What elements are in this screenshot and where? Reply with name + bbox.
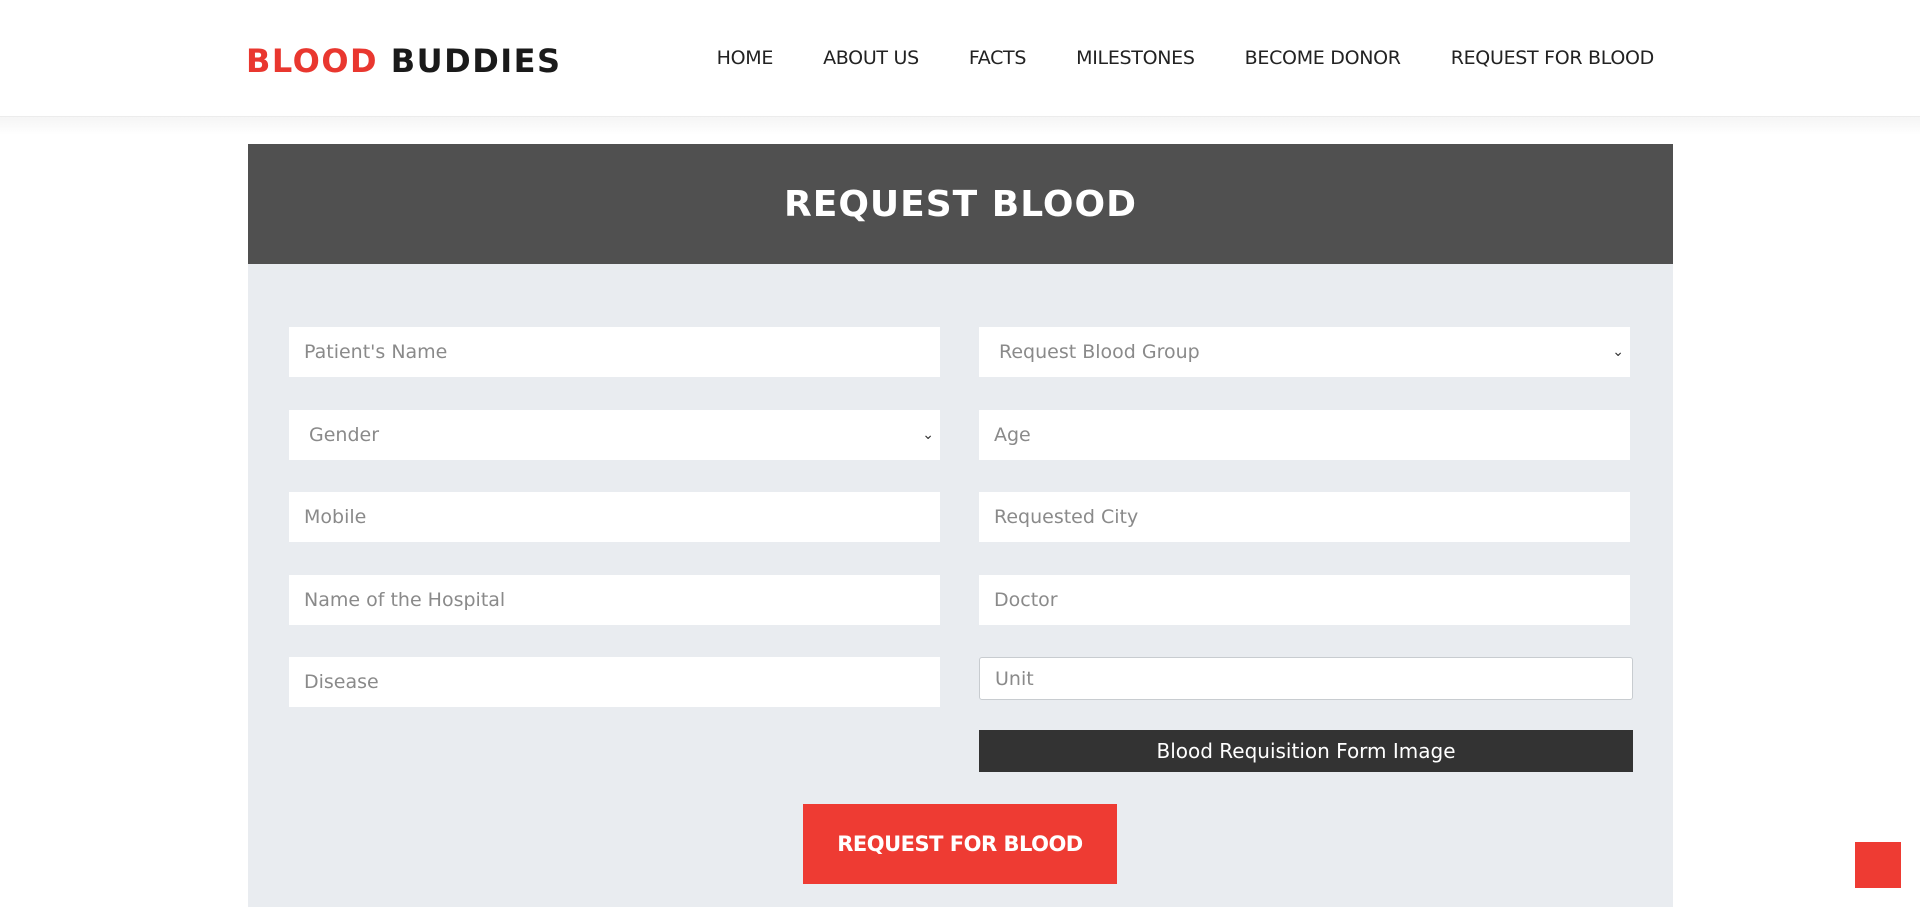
patient-name-input[interactable] <box>289 327 940 377</box>
requisition-form-upload-button[interactable]: Blood Requisition Form Image <box>979 730 1633 772</box>
chevron-down-icon: ⌄ <box>1612 344 1624 360</box>
gender-selected-value: Gender <box>309 424 380 446</box>
site-header: BLOOD BUDDIES HOME ABOUT US FACTS MILEST… <box>0 0 1920 117</box>
nav-facts[interactable]: FACTS <box>969 44 1027 72</box>
disease-input[interactable] <box>289 657 940 707</box>
form-title: REQUEST BLOOD <box>784 183 1137 225</box>
logo-text-red: BLOOD <box>246 42 379 80</box>
site-logo[interactable]: BLOOD BUDDIES <box>246 38 562 84</box>
requested-city-input[interactable] <box>979 492 1630 542</box>
age-input[interactable] <box>979 410 1630 460</box>
logo-text-dark: BUDDIES <box>390 42 562 80</box>
nav-become-donor[interactable]: BECOME DONOR <box>1245 44 1401 72</box>
blood-group-select[interactable]: Request Blood Group ⌄ <box>979 327 1630 377</box>
header-shadow <box>0 117 1920 135</box>
scroll-to-top-button[interactable] <box>1855 842 1901 888</box>
form-header: REQUEST BLOOD <box>248 144 1673 264</box>
nav-home[interactable]: HOME <box>717 44 774 72</box>
unit-input[interactable] <box>979 657 1633 700</box>
mobile-input[interactable] <box>289 492 940 542</box>
hospital-name-input[interactable] <box>289 575 940 625</box>
chevron-down-icon: ⌄ <box>922 427 934 443</box>
nav-about-us[interactable]: ABOUT US <box>823 44 919 72</box>
request-for-blood-button[interactable]: REQUEST FOR BLOOD <box>803 804 1117 884</box>
nav-milestones[interactable]: MILESTONES <box>1076 44 1195 72</box>
nav-request-for-blood[interactable]: REQUEST FOR BLOOD <box>1451 44 1655 72</box>
doctor-input[interactable] <box>979 575 1630 625</box>
gender-select[interactable]: Gender ⌄ <box>289 410 940 460</box>
blood-group-selected-value: Request Blood Group <box>999 341 1200 363</box>
main-nav: HOME ABOUT US FACTS MILESTONES BECOME DO… <box>717 44 1655 72</box>
